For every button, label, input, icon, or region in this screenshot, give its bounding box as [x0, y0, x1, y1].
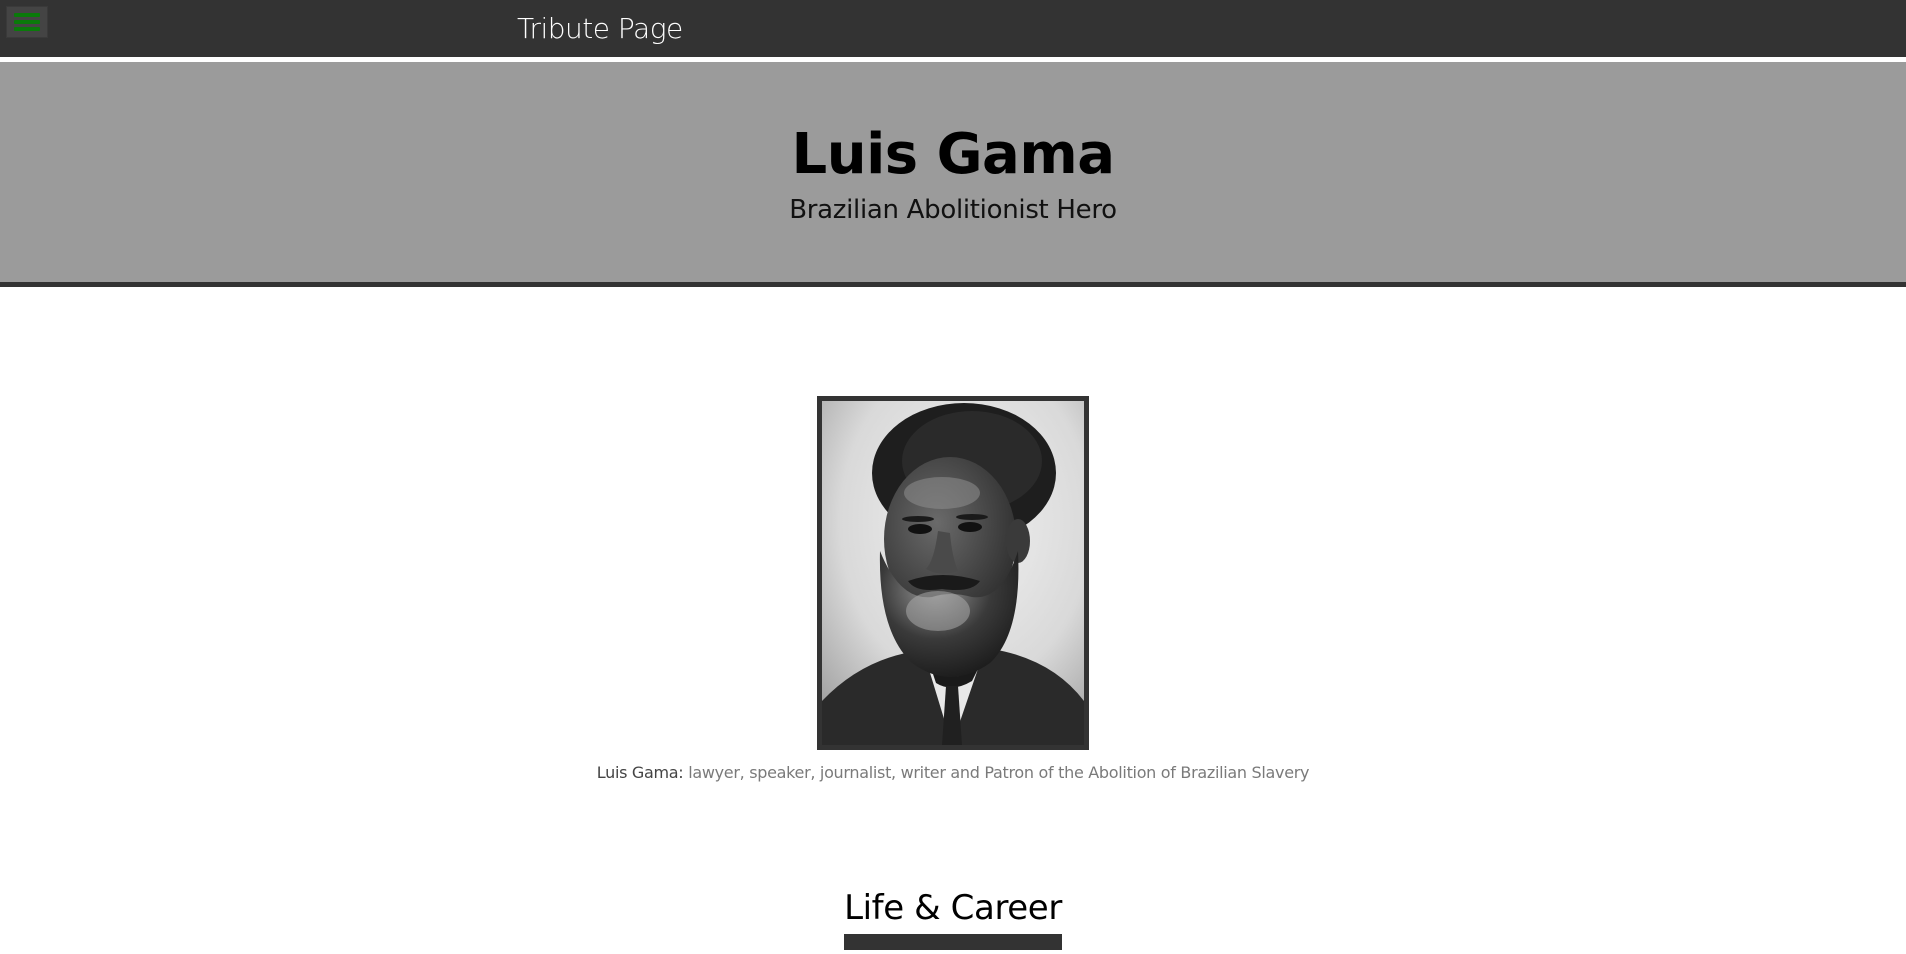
caption-name: Luis Gama: — [596, 763, 684, 782]
portrait-frame — [817, 396, 1089, 750]
section-underline — [844, 934, 1062, 950]
caption-text: lawyer, speaker, journalist, writer and … — [683, 763, 1310, 782]
page-title: Luis Gama — [791, 122, 1115, 187]
hamburger-menu-icon[interactable] — [6, 6, 48, 38]
section-title-life-career: Life & Career — [844, 888, 1062, 928]
menu-bar-2 — [14, 20, 40, 24]
menu-bar-3 — [14, 27, 40, 31]
menu-bar-1 — [14, 13, 40, 17]
top-navbar: Tribute Page — [0, 0, 1906, 57]
brand-title[interactable]: Tribute Page — [517, 10, 683, 48]
page-subtitle: Brazilian Abolitionist Hero — [789, 195, 1117, 225]
portrait-caption: Luis Gama: lawyer, speaker, journalist, … — [0, 761, 1906, 785]
portrait-image — [822, 401, 1084, 745]
hero-banner: Luis Gama Brazilian Abolitionist Hero — [0, 62, 1906, 287]
